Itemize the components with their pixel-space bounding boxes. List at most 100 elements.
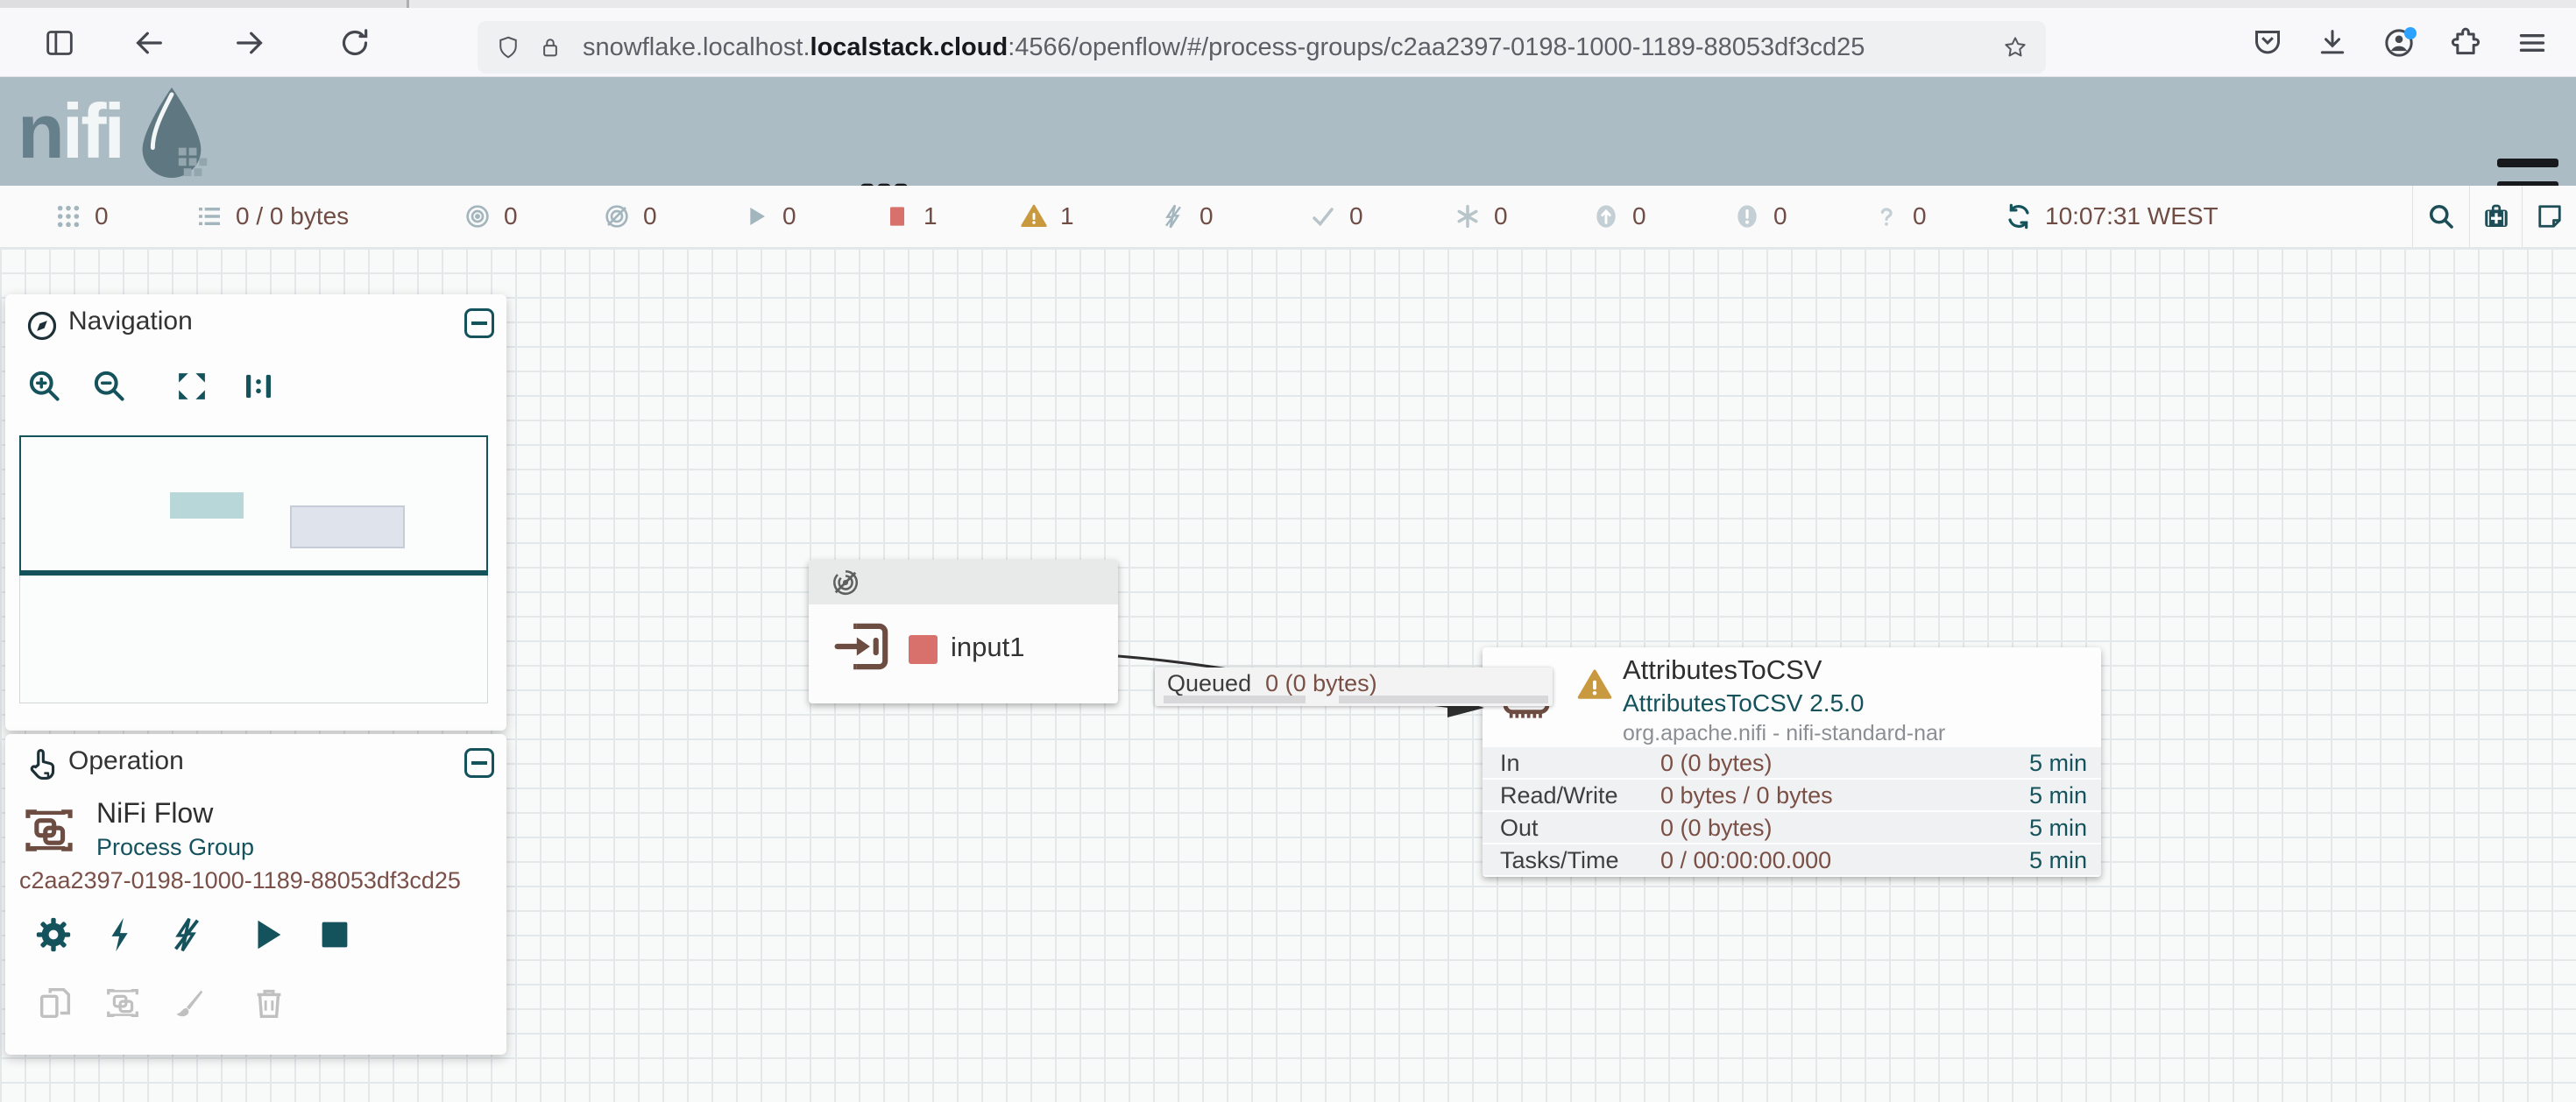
- navigation-title: Navigation: [68, 307, 193, 336]
- collapse-operation-button[interactable]: [464, 748, 494, 778]
- url-bar[interactable]: snowflake.localhost.localstack.cloud:456…: [478, 21, 2046, 74]
- sync-failure-icon: [1872, 202, 1900, 230]
- status-value: 0: [1632, 202, 1646, 230]
- bookmark-star-icon[interactable]: [2002, 32, 2028, 62]
- up-to-date-icon: [1309, 202, 1337, 230]
- status-value: 0: [1494, 202, 1508, 230]
- processor-node[interactable]: AttributesToCSV AttributesToCSV 2.5.0 or…: [1483, 647, 2101, 877]
- logo-ifi: ifi: [62, 88, 123, 174]
- status-running: 0: [742, 186, 796, 247]
- color-button[interactable]: [166, 981, 210, 1025]
- minimap-viewport[interactable]: [19, 435, 488, 576]
- browser-menu-button[interactable]: [2513, 24, 2551, 62]
- hamburger-icon: [2515, 25, 2550, 60]
- stat-value: 0 bytes / 0 bytes: [1660, 782, 1833, 809]
- url-prefix: snowflake.localhost.: [583, 33, 810, 61]
- status-stopped: 1: [883, 186, 938, 247]
- stat-label: Read/Write: [1500, 782, 1618, 809]
- sidebar-toggle-button[interactable]: [40, 24, 79, 62]
- stat-label: Out: [1500, 815, 1539, 842]
- flow-status-bar: 0 0 / 0 bytes 0 0 0 1 1 0: [0, 186, 2576, 248]
- zoom-fit-button[interactable]: [173, 368, 210, 405]
- refresh-control[interactable]: 10:07:31 WEST: [2005, 186, 2219, 247]
- trash-icon: [249, 983, 289, 1023]
- stat-row-readwrite: Read/Write 0 bytes / 0 bytes 5 min: [1483, 780, 2101, 810]
- status-invalid: 1: [1020, 186, 1074, 247]
- minimap-input-port: [170, 492, 244, 519]
- stop-button[interactable]: [313, 913, 357, 957]
- collapse-navigation-button[interactable]: [464, 308, 494, 338]
- downloads-button[interactable]: [2313, 24, 2352, 62]
- group-button[interactable]: [101, 981, 145, 1025]
- menu-bar: [2497, 159, 2558, 167]
- compass-icon: [25, 308, 60, 343]
- input-port-node[interactable]: input1: [809, 560, 1118, 703]
- status-disabled: 0: [1159, 186, 1214, 247]
- birdseye-minimap[interactable]: [19, 435, 488, 703]
- stat-value: 0 (0 bytes): [1660, 815, 1773, 842]
- stopped-icon: [883, 202, 911, 230]
- locally-modified-stale-icon: [1733, 202, 1761, 230]
- status-value: 0: [1773, 202, 1787, 230]
- connection-label[interactable]: Queued 0 (0 bytes): [1155, 668, 1553, 706]
- start-button[interactable]: [245, 913, 289, 957]
- stop-icon: [315, 915, 355, 955]
- queue-count-bar: [1164, 696, 1306, 703]
- reload-icon: [337, 25, 372, 60]
- nifi-logo: nifi: [18, 84, 223, 179]
- status-sync-failure: 0: [1872, 186, 1927, 247]
- lightning-icon: [101, 915, 141, 955]
- forward-arrow-icon: [232, 25, 267, 60]
- copy-button[interactable]: [33, 981, 77, 1025]
- locally-modified-icon: [1454, 202, 1482, 230]
- operation-panel: Operation NiFi Flow Process Group c2aa23…: [5, 734, 506, 1055]
- logo-n: n: [18, 88, 62, 174]
- zoom-actual-button[interactable]: [240, 368, 277, 405]
- zoom-in-button[interactable]: [25, 366, 63, 405]
- stat-window: 5 min: [2029, 782, 2087, 809]
- search-icon: [2425, 201, 2457, 232]
- status-transmitting: 0: [464, 186, 518, 247]
- copy-icon: [35, 983, 75, 1023]
- flow-canvas[interactable]: input1 AttributesToCSV AttributesToCSV 2…: [0, 248, 2576, 1102]
- queued-value: 0 (0 bytes): [1265, 670, 1377, 696]
- not-transmitting-icon: [830, 567, 861, 598]
- queued-label: Queued: [1167, 670, 1251, 696]
- status-locally-modified-stale: 0: [1733, 186, 1787, 247]
- url-path: :4566/openflow/#/process-groups/c2aa2397…: [1008, 33, 1865, 61]
- enable-button[interactable]: [99, 913, 143, 957]
- minimap-processor: [290, 505, 405, 548]
- flow-analysis-button[interactable]: [2469, 186, 2522, 247]
- status-value: 1: [924, 202, 938, 230]
- status-value: 1: [1060, 202, 1074, 230]
- configure-button[interactable]: [32, 913, 75, 957]
- zoom-out-button[interactable]: [89, 366, 128, 405]
- tab-divider: [407, 0, 409, 8]
- stat-label: Tasks/Time: [1500, 847, 1619, 874]
- reload-button[interactable]: [336, 24, 374, 62]
- delete-button[interactable]: [247, 981, 291, 1025]
- pocket-button[interactable]: [2248, 24, 2287, 62]
- url-text: snowflake.localhost.localstack.cloud:456…: [583, 33, 1992, 62]
- disable-button[interactable]: [165, 913, 209, 957]
- forward-button[interactable]: [230, 24, 269, 62]
- processor-bundle: org.apache.nifi - nifi-standard-nar: [1623, 721, 1945, 746]
- active-threads-icon: [54, 202, 82, 230]
- search-button[interactable]: [2412, 186, 2469, 247]
- active-tab-edge[interactable]: [0, 0, 407, 8]
- selected-flow-type: Process Group: [96, 834, 254, 861]
- bulletin-board-button[interactable]: [2522, 186, 2576, 247]
- status-not-transmitting: 0: [603, 186, 657, 247]
- account-button[interactable]: [2380, 24, 2418, 62]
- hand-pointer-icon: [25, 746, 61, 783]
- stat-window: 5 min: [2029, 750, 2087, 777]
- back-button[interactable]: [130, 24, 168, 62]
- operation-title: Operation: [68, 746, 184, 776]
- shield-icon: [495, 32, 521, 62]
- processor-type: AttributesToCSV 2.5.0: [1623, 689, 1864, 717]
- stat-value: 0 / 00:00:00.000: [1660, 847, 1831, 874]
- invalid-icon: [1020, 202, 1048, 230]
- extensions-button[interactable]: [2446, 24, 2485, 62]
- paintbrush-icon: [168, 983, 209, 1023]
- download-icon: [2315, 25, 2350, 60]
